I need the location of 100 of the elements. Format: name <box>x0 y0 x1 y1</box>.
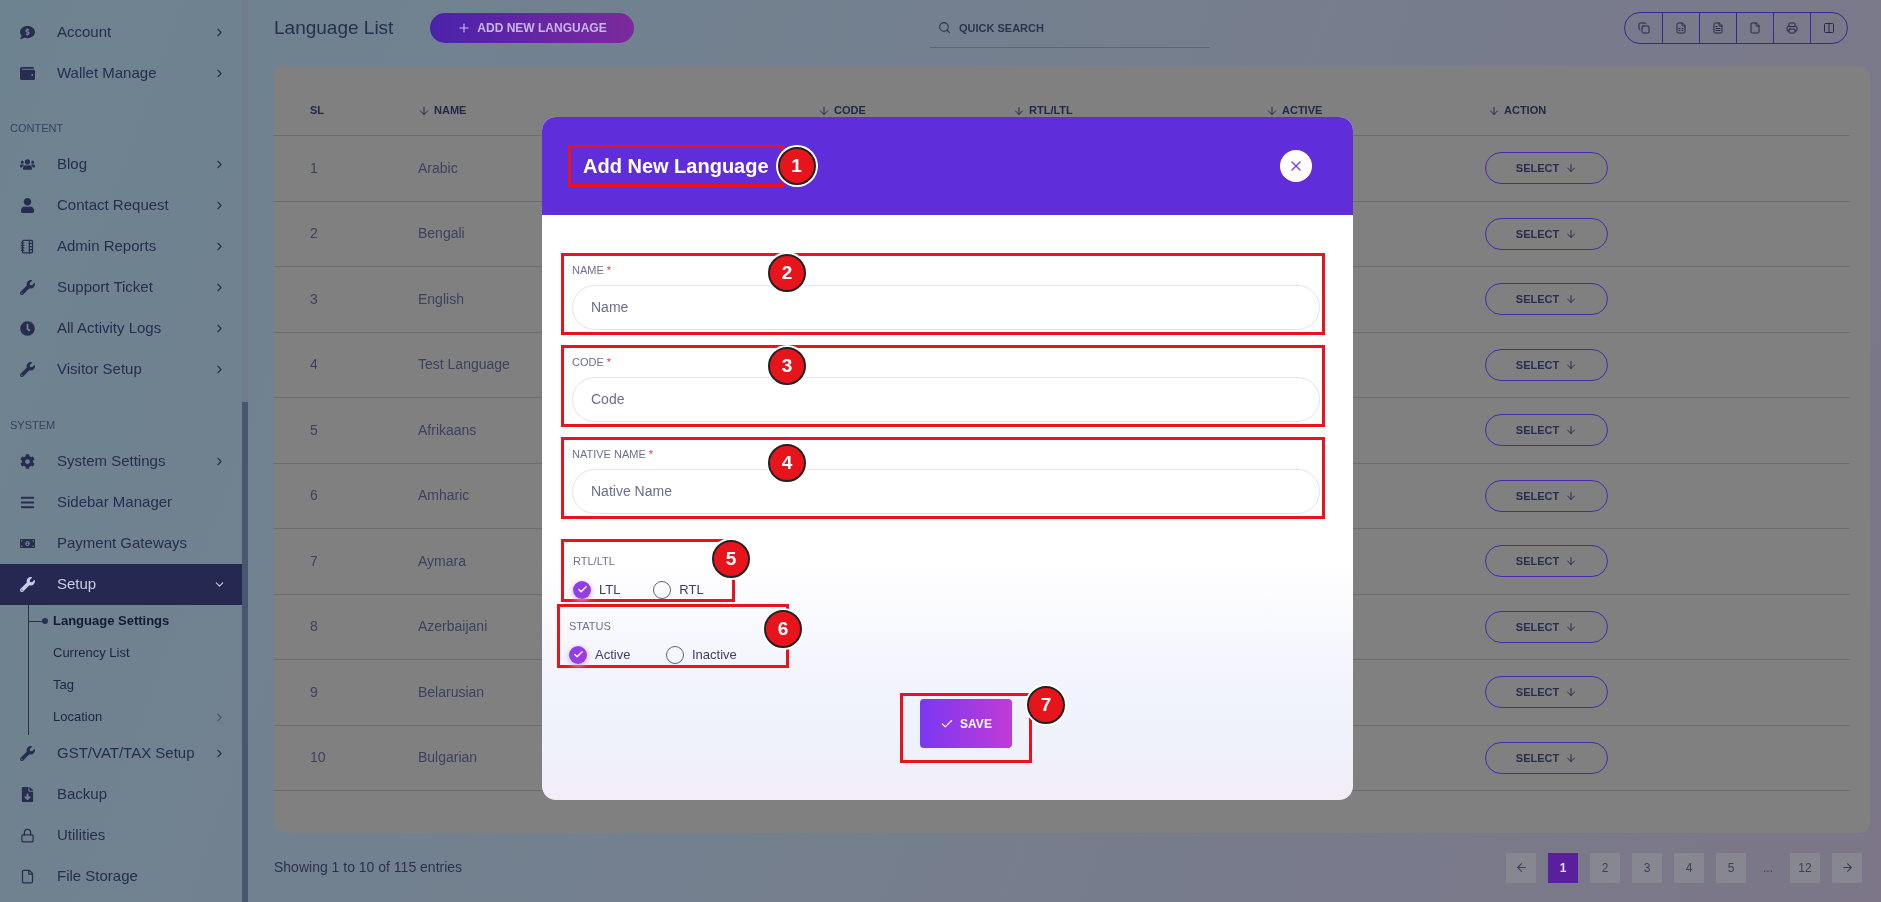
sidebar-item[interactable]: Admin Reports <box>0 226 242 267</box>
sidebar-item[interactable]: GST/VAT/TAX Setup <box>0 733 242 774</box>
next-page-button[interactable] <box>1832 852 1862 883</box>
section-heading: CONTENT <box>10 120 64 136</box>
table-cell-text: Azerbaijani <box>418 617 488 637</box>
sidebar-item[interactable]: Setup <box>0 564 242 605</box>
arrow-right-icon <box>1840 861 1854 874</box>
copy-icon <box>1637 22 1650 34</box>
table-cell-text: English <box>418 289 464 309</box>
sidebar-item[interactable]: System Settings <box>0 441 242 482</box>
page-button[interactable]: 4 <box>1674 852 1704 883</box>
page-button[interactable]: 2 <box>1590 852 1620 883</box>
file-download-icon <box>20 787 35 802</box>
column-header[interactable]: RTL/LTL <box>1029 102 1073 119</box>
sidebar-item[interactable]: Contact Request <box>0 185 242 226</box>
page-button[interactable]: 12 <box>1790 852 1820 883</box>
column-header[interactable]: CODE <box>834 102 866 119</box>
previous-page-button[interactable] <box>1506 852 1536 883</box>
sidebar-item[interactable]: Utilities <box>0 815 242 856</box>
table-cell-text: 5 <box>310 420 318 440</box>
radio-button[interactable] <box>569 645 587 664</box>
table-cell-text: Afrikaans <box>418 420 477 440</box>
printer-icon <box>1786 22 1798 34</box>
lock-icon <box>20 828 35 843</box>
radio-label: Inactive <box>692 646 737 664</box>
document-icon <box>1712 22 1724 34</box>
submenu-item[interactable]: Location <box>0 701 242 733</box>
wallet-icon <box>20 66 35 81</box>
wrench-icon <box>20 362 35 377</box>
text-field[interactable]: Name <box>572 284 1320 330</box>
arrow-left-icon <box>1514 861 1528 874</box>
submenu-item[interactable]: Currency List <box>0 637 242 669</box>
table-cell-text: Amharic <box>418 486 470 506</box>
sidebar-item[interactable]: All Activity Logs <box>0 308 242 349</box>
field-label: NATIVE NAME <box>572 447 646 462</box>
sidebar-item[interactable]: Backup <box>0 774 242 815</box>
clock-icon <box>20 321 35 336</box>
sidebar-item[interactable]: Sidebar Manager <box>0 482 242 523</box>
table-cell-text: Bengali <box>418 224 465 244</box>
arrow-down-icon <box>1565 751 1578 764</box>
spreadsheet-icon <box>1675 22 1687 34</box>
callout-number: 7 <box>1027 686 1065 724</box>
table-cell-text: 3 <box>310 289 318 309</box>
section-heading: SYSTEM <box>10 418 56 434</box>
sidebar-item[interactable]: Visitor Setup <box>0 349 242 390</box>
sidebar-item[interactable]: Payment Gateways <box>0 523 242 564</box>
table-cell-text: 4 <box>310 355 318 375</box>
table-cell-text: 8 <box>310 617 318 637</box>
required-mark: * <box>606 263 612 278</box>
columns-icon <box>1823 22 1835 34</box>
wrench-icon <box>20 577 35 592</box>
sidebar-item[interactable]: Support Ticket <box>0 267 242 308</box>
table-cell-text: 7 <box>310 551 318 571</box>
notebook-icon <box>20 239 35 254</box>
table-cell-text: 6 <box>310 486 318 506</box>
radio-label: RTL <box>679 581 704 599</box>
arrow-down-icon <box>1565 555 1578 568</box>
table-cell-text: 1 <box>310 158 318 178</box>
table-cell-text: Belarusian <box>418 682 485 702</box>
page-button[interactable]: 5 <box>1716 852 1746 883</box>
callout-number: 2 <box>768 254 806 292</box>
modal-title: Add New Language <box>583 154 769 179</box>
callout-number: 1 <box>777 147 816 185</box>
arrow-down-icon <box>1565 686 1578 699</box>
column-header[interactable]: ACTIVE <box>1282 102 1323 119</box>
text-field[interactable]: Code <box>572 376 1320 422</box>
table-cell-text: 9 <box>310 682 318 702</box>
search-field[interactable]: QUICK SEARCH <box>930 8 1210 48</box>
column-header[interactable]: SL <box>310 102 325 119</box>
arrow-down-icon <box>1565 293 1578 306</box>
sidebar-item[interactable]: Wallet Manage <box>0 53 242 94</box>
radio-button[interactable] <box>573 580 591 599</box>
menu-icon <box>20 495 35 510</box>
file-icon <box>1749 22 1761 34</box>
wrench-icon <box>20 746 35 761</box>
save-button[interactable]: SAVE <box>920 699 1012 748</box>
page-button[interactable]: 3 <box>1632 852 1662 883</box>
close-button[interactable] <box>1280 150 1312 182</box>
sidebar-item[interactable]: Account <box>0 12 242 53</box>
sidebar-item[interactable]: Blog <box>0 144 242 185</box>
submenu-item[interactable]: Tag <box>0 669 242 701</box>
callout-number: 5 <box>712 540 750 578</box>
arrow-down-icon <box>1565 162 1578 175</box>
plus-icon <box>457 21 472 35</box>
table-cell-text: Test Language <box>418 355 510 375</box>
gear-icon <box>20 454 35 469</box>
table-cell-text: 10 <box>310 748 326 768</box>
column-header[interactable]: ACTION <box>1504 102 1547 119</box>
arrow-down-icon <box>1565 489 1578 502</box>
add-language-button[interactable]: ADD NEW LANGUAGE <box>430 13 634 43</box>
column-header[interactable]: NAME <box>434 102 467 119</box>
text-field[interactable]: Native Name <box>572 468 1320 514</box>
field-label: NAME <box>572 263 604 278</box>
scrollbar[interactable] <box>242 0 248 902</box>
submenu-item[interactable]: Language Settings <box>0 605 242 637</box>
radio-label: LTL <box>599 581 621 599</box>
page-button[interactable]: 1 <box>1548 852 1578 883</box>
arrow-down-icon <box>1565 620 1578 633</box>
field-label: CODE <box>572 355 604 370</box>
sidebar-item[interactable]: File Storage <box>0 856 242 897</box>
